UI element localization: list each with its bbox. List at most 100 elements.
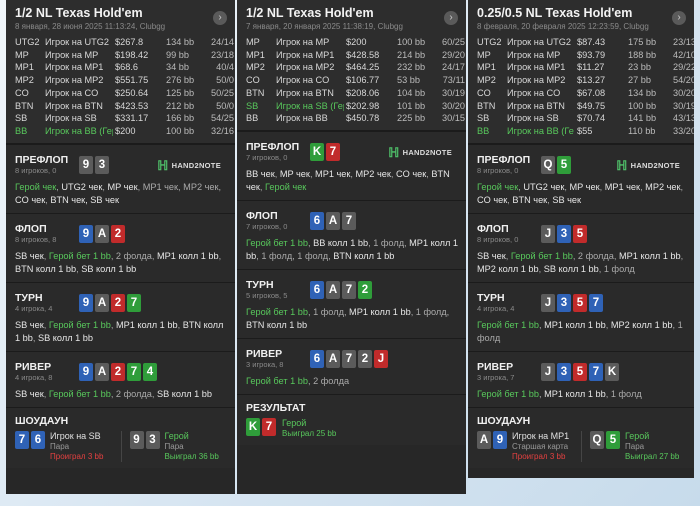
player-row[interactable]: MP Игрок на MP $93.79 188 bb 42/10 <box>477 49 694 62</box>
player-row[interactable]: SB Игрок на SB $331.17 166 bb 54/25 <box>15 112 234 125</box>
player-stats: 23/18 <box>211 49 234 60</box>
player-stack: $200 <box>115 125 136 136</box>
result-player: Герой <box>282 417 307 428</box>
player-stats: 73/11 <box>442 75 465 86</box>
playing-card: J <box>541 362 555 381</box>
hand-subtitle: 7 января, 20 января 2025 11:38:19, Clubg… <box>246 22 403 31</box>
player-name: Игрок на CO <box>45 87 99 98</box>
player-stats: 29/22 <box>673 62 694 73</box>
card-group: Q5 <box>541 155 571 174</box>
player-stack: $198.42 <box>115 49 149 60</box>
chevron-right-icon[interactable]: › <box>444 11 458 25</box>
player-stack: $70.74 <box>577 113 606 124</box>
playing-card: A <box>477 430 491 449</box>
player-stats: 42/10 <box>673 49 694 60</box>
player-row[interactable]: SB Игрок на SB (Гер $202.98 101 bb 30/20 <box>246 100 465 113</box>
player-row[interactable]: MP1 Игрок на MP1 $428.58 214 bb 29/20 <box>246 49 465 62</box>
playing-card: 7 <box>342 211 356 230</box>
player-row[interactable]: MP1 Игрок на MP1 $11.27 23 bb 29/22 <box>477 61 694 74</box>
action-text: Герой чек <box>15 181 57 192</box>
playing-card: 3 <box>145 430 160 449</box>
player-stack-bb: 134 bb <box>166 37 195 47</box>
player-row[interactable]: MP2 Игрок на MP2 $551.75 276 bb 50/0 <box>15 74 234 87</box>
street-actions: SB чек, Герой бет 1 bb, MP1 колл 1 bb, B… <box>15 319 227 345</box>
player-row[interactable]: SB Игрок на SB $70.74 141 bb 43/13 <box>477 112 694 125</box>
player-row[interactable]: UTG2 Игрок на UTG2 $267.8 134 bb 24/14 <box>15 36 234 49</box>
action-text: MP2 чек <box>645 181 681 192</box>
card-group: 93 <box>79 155 109 174</box>
player-stack-bb: 141 bb <box>628 113 657 124</box>
action-text: Герой бет 1 bb <box>246 306 308 317</box>
player-row[interactable]: MP1 Игрок на MP1 $68.6 34 bb 40/4 <box>15 61 234 74</box>
street-section: РИВЕР 4 игрока, 8 9 A 2 7 4 SB чек, Герой бет 1… <box>6 350 235 407</box>
player-position: SB <box>15 113 28 124</box>
player-position: MP1 <box>15 62 34 73</box>
player-name: Игрок на MP <box>507 49 561 60</box>
street-header: ФЛОП 7 игроков, 0 6A7 <box>246 208 458 234</box>
playing-card: 6 <box>310 211 324 230</box>
card-group: J35 <box>541 224 587 243</box>
player-row[interactable]: MP Игрок на MP $198.42 99 bb 23/18 <box>15 49 234 62</box>
hand-player: Игрок на MP1 <box>512 430 570 441</box>
player-row[interactable]: CO Игрок на CO $106.77 53 bb 73/11 <box>246 74 465 87</box>
player-name: Игрок на MP <box>45 49 99 60</box>
action-text: MP2 колл 1 bb <box>610 319 673 330</box>
showdown-hand: 9 3 Герой Пара Выиграл 36 bb <box>129 430 228 462</box>
action-text: Герой чек <box>477 181 519 192</box>
action-text: SB колл 1 bb <box>38 332 93 343</box>
playing-card: 7 <box>262 417 276 436</box>
street-name: ФЛОП <box>15 222 47 235</box>
street-players: 3 игрока, 7 <box>477 372 515 382</box>
result-row: K 7 Герой Выиграл 25 bb <box>246 417 458 439</box>
street-name: ФЛОП <box>246 209 278 222</box>
player-row[interactable]: BB Игрок на BB (Ге $55 110 bb 33/20 <box>477 125 694 138</box>
player-row[interactable]: BTN Игрок на BTN $208.06 104 bb 30/19 <box>246 87 465 100</box>
player-stack-bb: 188 bb <box>628 49 657 60</box>
player-stats: 50/25 <box>211 87 234 98</box>
player-row[interactable]: BTN Игрок на BTN $423.53 212 bb 50/0 <box>15 100 234 113</box>
player-stats: 24/17 <box>442 62 465 73</box>
action-text: MP2 колл 1 bb <box>477 263 539 274</box>
player-row[interactable]: MP2 Игрок на MP2 $464.25 232 bb 24/17 <box>246 61 465 74</box>
player-name: Игрок на BB (Ге <box>507 125 574 136</box>
hand-description: Старшая карта <box>512 441 569 451</box>
street-header: РИВЕР 3 игрока, 7 J357K <box>477 359 686 385</box>
street-section: ПРЕФЛОП 7 игроков, 0 K 7 ℍ HAND2NOTE BB чек, M… <box>237 130 466 200</box>
street-actions: Герой чек, UTG2 чек, MP чек, MP1 чек, MP… <box>477 181 686 207</box>
player-row[interactable]: BB Игрок на BB (Гер $200 100 bb 32/16 <box>15 125 234 138</box>
chevron-right-icon[interactable]: › <box>213 11 227 25</box>
player-row[interactable]: BTN Игрок на BTN $49.75 100 bb 30/19 <box>477 100 694 113</box>
street-actions: SB чек, Герой бет 1 bb, 2 фолда, MP1 кол… <box>15 250 227 276</box>
street-actions: Герой бет 1 bb, 1 фолд, MP1 колл 1 bb, 1… <box>246 306 458 332</box>
result-amount: Выиграл 25 bb <box>282 428 337 438</box>
player-row[interactable]: CO Игрок на CO $250.64 125 bb 50/25 <box>15 87 234 100</box>
player-name: Игрок на MP2 <box>276 62 335 73</box>
player-stack: $67.08 <box>577 87 606 98</box>
street-header: РИВЕР 3 игрока, 8 6A72J <box>246 346 458 372</box>
player-stack-bb: 125 bb <box>166 87 195 98</box>
player-row[interactable]: UTG2 Игрок на UTG2 $87.43 175 bb 23/13 <box>477 36 694 49</box>
player-stack-bb: 23 bb <box>628 62 651 73</box>
street-section: ТУРН 4 игрока, 4 J 3 5 7 Герой бет 1 bb, MP1 к… <box>468 281 694 351</box>
action-text: BB колл 1 bb <box>313 237 369 248</box>
action-text: CO чек <box>395 168 427 179</box>
player-row[interactable]: CO Игрок на CO $67.08 134 bb 30/20 <box>477 87 694 100</box>
chevron-right-icon[interactable]: › <box>672 11 686 25</box>
player-stack: $106.77 <box>346 75 380 86</box>
player-stack: $331.17 <box>115 113 149 124</box>
action-text: MP1 колл 1 bb <box>115 319 178 330</box>
player-row[interactable]: MP2 Игрок на MP2 $13.27 27 bb 54/20 <box>477 74 694 87</box>
hand-history-panel-1: 1/2 NL Texas Hold'em 8 января, 28 июня 20… <box>6 0 235 494</box>
player-name: Игрок на CO <box>276 75 330 86</box>
player-stats: 60/25 <box>442 37 465 47</box>
showdown-section: ШОУДАУН 7 6 Игрок на SB Пара Проиграл 3 bb 9 3 Г… <box>6 406 235 468</box>
street-actions: Герой бет 1 bb, BB колл 1 bb, 1 фолд, MP… <box>246 237 458 263</box>
card-group: 9A27 <box>79 293 141 312</box>
player-row[interactable]: MP Игрок на MP $200 100 bb 60/25 <box>246 36 465 49</box>
player-row[interactable]: BB Игрок на BB $450.78 225 bb 30/15 <box>246 112 465 125</box>
action-text: MP1 колл 1 bb <box>619 250 681 261</box>
hand2note-icon: ℍ <box>616 157 628 173</box>
player-stack: $87.43 <box>577 37 606 47</box>
hand2note-icon: ℍ <box>157 157 169 173</box>
street-title: ФЛОП 7 игроков, 0 <box>246 210 300 232</box>
